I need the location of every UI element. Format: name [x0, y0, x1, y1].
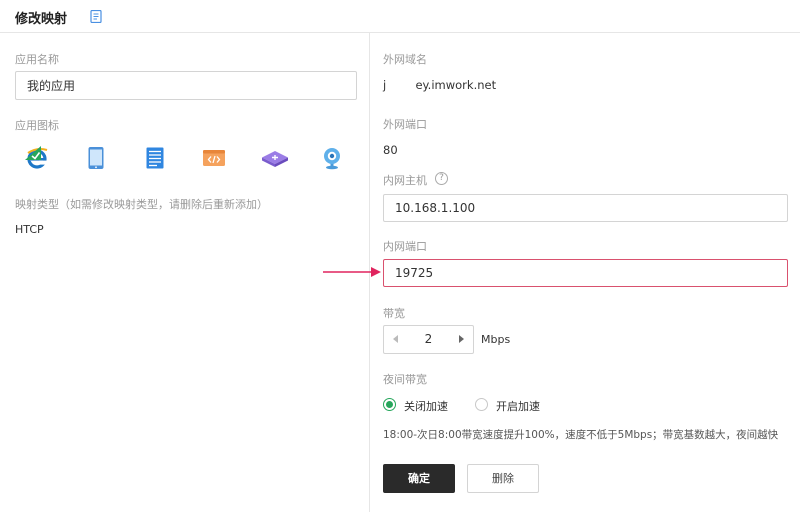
app-name-label: 应用名称: [15, 53, 59, 66]
icon-option-ie[interactable]: [15, 136, 59, 180]
radio-enable-acceleration[interactable]: [475, 398, 488, 411]
icon-option-code-window[interactable]: [192, 136, 236, 180]
network-device-icon: [262, 151, 288, 167]
webcam-icon: [324, 148, 340, 170]
radio-disable-acceleration-label: 关闭加速: [404, 400, 448, 413]
delete-button[interactable]: 删除: [467, 464, 539, 493]
app-icon-label: 应用图标: [15, 119, 59, 132]
icon-option-network-device[interactable]: [251, 136, 295, 180]
external-domain-label: 外网域名: [383, 53, 427, 66]
icon-option-document-list[interactable]: [133, 136, 177, 180]
internal-port-label: 内网端口: [383, 240, 427, 253]
internal-host-input[interactable]: [384, 195, 787, 221]
app-name-input[interactable]: [16, 72, 356, 99]
icon-option-webcam[interactable]: [310, 136, 354, 180]
bandwidth-increment-button[interactable]: [451, 326, 473, 353]
night-bandwidth-label: 夜间带宽: [383, 373, 427, 386]
tablet-icon: [88, 147, 104, 169]
internal-port-input[interactable]: [384, 260, 787, 286]
radio-disable-acceleration[interactable]: [383, 398, 396, 411]
help-icon[interactable]: ?: [435, 172, 448, 185]
page-title: 修改映射: [15, 12, 68, 27]
app-name-input-box: [15, 71, 357, 100]
external-domain-value: j ey.imwork.net: [383, 78, 497, 92]
radio-enable-acceleration-label: 开启加速: [496, 400, 540, 413]
mapping-type-value: HTCP: [15, 223, 44, 236]
selected-check-icon: [25, 146, 41, 160]
bandwidth-decrement-button[interactable]: [384, 326, 406, 353]
app-icon-picker: [15, 136, 355, 180]
night-bandwidth-note: 18:00-次日8:00带宽速度提升100%，速度不低于5Mbps；带宽基数越大…: [383, 429, 779, 441]
internal-port-input-box: [383, 259, 788, 287]
icon-option-tablet[interactable]: [74, 136, 118, 180]
pointer-arrow-icon: [323, 267, 381, 277]
mapping-type-label: 映射类型（如需修改映射类型，请删除后重新添加）: [15, 198, 268, 211]
bandwidth-stepper: 2: [383, 325, 474, 354]
external-port-label: 外网端口: [383, 118, 427, 131]
confirm-button[interactable]: 确定: [383, 464, 455, 493]
page-header: 修改映射: [0, 0, 800, 33]
bandwidth-value[interactable]: 2: [406, 332, 451, 346]
bandwidth-label: 带宽: [383, 307, 405, 320]
document-icon[interactable]: [90, 10, 102, 23]
external-port-value: 80: [383, 143, 398, 157]
document-list-icon: [146, 147, 164, 169]
triangle-right-icon: [459, 335, 464, 343]
internal-host-label: 内网主机: [383, 174, 427, 187]
code-window-icon: [203, 150, 225, 166]
internal-host-input-box: [383, 194, 788, 222]
bandwidth-unit: Mbps: [481, 333, 511, 346]
triangle-left-icon: [393, 335, 398, 343]
